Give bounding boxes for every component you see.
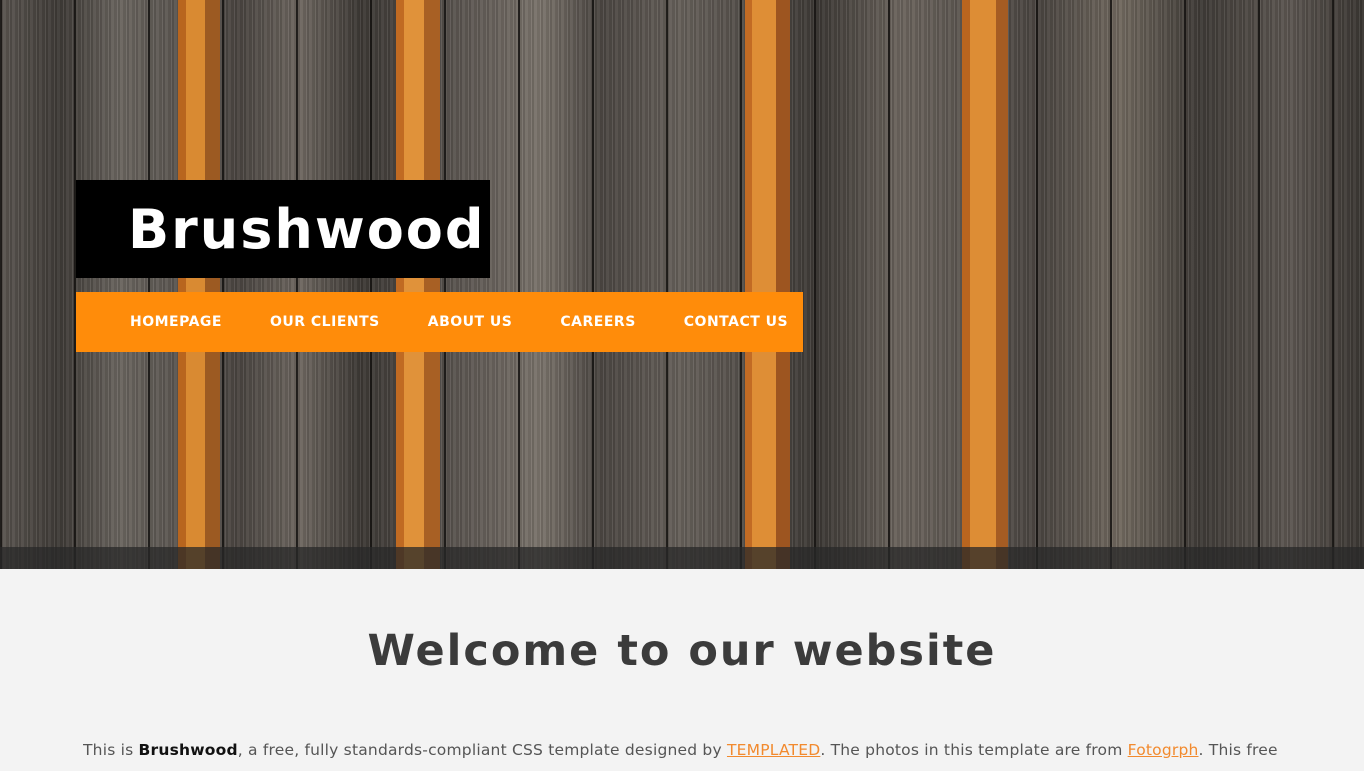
nav-item-homepage[interactable]: HOMEPAGE: [130, 314, 222, 330]
site-logo[interactable]: Brushwood: [76, 180, 490, 278]
nav-item-contact-us[interactable]: CONTACT US: [684, 314, 788, 330]
logo-text: Brushwood: [128, 197, 486, 261]
intro-paragraph: This is Brushwood, a free, fully standar…: [83, 741, 1293, 759]
nav-item-careers[interactable]: CAREERS: [560, 314, 635, 330]
nav-item-about-us[interactable]: ABOUT US: [428, 314, 513, 330]
nav-item-our-clients[interactable]: OUR CLIENTS: [270, 314, 380, 330]
intro-text-2: , a free, fully standards-compliant CSS …: [237, 741, 727, 759]
intro-text-4: . This free: [1198, 741, 1278, 759]
intro-brand-name: Brushwood: [138, 741, 238, 759]
intro-text-3: . The photos in this template are from: [820, 741, 1128, 759]
page-heading: Welcome to our website: [367, 626, 997, 676]
intro-text-1: This is: [83, 741, 139, 759]
fotogrph-link[interactable]: Fotogrph: [1128, 741, 1199, 759]
main-navigation: HOMEPAGE OUR CLIENTS ABOUT US CAREERS CO…: [76, 292, 803, 352]
header-banner: Brushwood HOMEPAGE OUR CLIENTS ABOUT US …: [0, 0, 1364, 569]
templated-link[interactable]: TEMPLATED: [727, 741, 820, 759]
